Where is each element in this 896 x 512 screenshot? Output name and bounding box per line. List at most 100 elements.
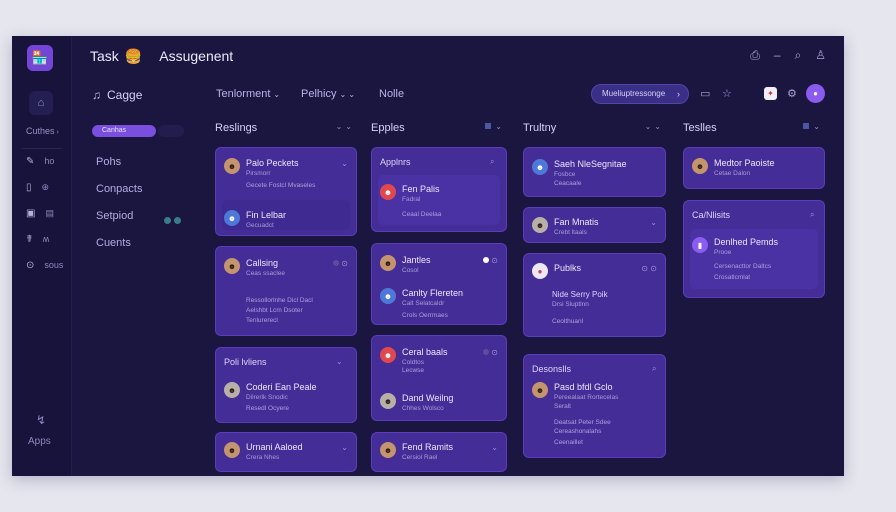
task-card[interactable]: ☻ Saeh NleSegnitae Fosbce Ceacaale — [523, 147, 666, 197]
board-icon: ▣ — [26, 208, 36, 219]
side-item-cuents[interactable]: Cuents — [96, 237, 131, 249]
avatar: ☻ — [380, 255, 396, 271]
card-row: ☻ Ceral baals Coldtos ⊙ — [380, 345, 498, 371]
card-row: ☻ Coderi Ean Peale Dilrerlk Snodic — [224, 380, 348, 406]
avatar: ☻ — [380, 347, 396, 363]
task-card[interactable]: ☻ Medtor Paoiste Cetae Dalon — [683, 147, 825, 189]
toolbar-action-pill[interactable]: Mueliuptressonge › — [591, 84, 689, 104]
search-icon[interactable]: ⌕ — [652, 364, 656, 374]
side-item-conpacts[interactable]: Conpacts — [96, 183, 142, 195]
card-item-name: Saeh NleSegnitae — [554, 159, 627, 169]
kanban-column-1: Reslings ⌄⌄ ☻ Palo Peckets Pirsmorr ⌄ Gecete… — [215, 122, 357, 472]
user-avatar[interactable]: ● — [806, 84, 825, 103]
column-menu-icon[interactable]: ⌄ — [485, 122, 505, 131]
bell-icon: ♫ — [92, 88, 101, 102]
card-detail-text: Seralt — [554, 403, 571, 410]
home-icon[interactable]: ⌂ — [29, 91, 53, 115]
card-item-subtitle: Dilrerlk Snodic — [246, 394, 288, 401]
task-card[interactable]: ☻ Ceral baals Coldtos ⊙ Lecwse ☻ Dand Weiln… — [371, 335, 507, 421]
avatar: ☻ — [380, 393, 396, 409]
status-icons[interactable]: ⊙ — [333, 259, 348, 268]
kanban-column-3: Trultny ⌄⌄ ☻ Saeh NleSegnitae Fosbce Ceacaa… — [523, 122, 666, 458]
side-item-setpiod[interactable]: Setpiod — [96, 210, 133, 222]
column-menu-icon[interactable]: ⌄⌄ — [645, 122, 664, 131]
task-card[interactable]: ☻ Fan Mnatis Crebt ltaals ⌄ — [523, 207, 666, 243]
task-card[interactable]: Ca/Nlisits ⌕ ▮ Denlhed Pemds Prooe Cersena… — [683, 200, 825, 298]
card-row: ☻ Canlty Flereten Calt Selatcaldr — [380, 286, 498, 312]
filter-tab-3[interactable]: Nolle — [379, 88, 404, 100]
task-card[interactable]: ☻ Palo Peckets Pirsmorr ⌄ Gecete Fostcl Mva… — [215, 147, 357, 236]
card-item-subtitle: Pirsmorr — [246, 170, 271, 177]
card-title: Ca/Nlisits — [692, 210, 731, 220]
minimize-icon[interactable]: – — [774, 48, 781, 63]
search-icon[interactable]: ⌕ — [810, 210, 814, 220]
avatar: ☻ — [532, 382, 548, 398]
file-icon: ▯ — [26, 182, 32, 193]
task-card[interactable]: Poli lvliens ⌄ ☻ Coderi Ean Peale Dilrerlk… — [215, 347, 357, 423]
column-header: Teslles ⌄ — [683, 122, 823, 134]
card-item-name: Dand Weilng — [402, 393, 454, 403]
avatar: ☻ — [224, 210, 240, 226]
avatar: ☻ — [380, 442, 396, 458]
task-card[interactable]: ☻ Jantles Cosol ⊙ ☻ Canlty Flereten Calt Sel… — [371, 243, 507, 325]
rail-group-label[interactable]: Cuthes › — [26, 126, 59, 136]
card-item-subtitle: Cetae Dalon — [714, 170, 751, 177]
search-icon[interactable]: ⌕ — [490, 157, 494, 167]
settings-icon: ⊙ — [26, 260, 35, 271]
side-panel: ♫ Cagge Canhas Pohs Conpacts Setpiod Cuen… — [72, 36, 202, 476]
filter-dropdown-2[interactable]: Pelhicy ⌄ ⌄ — [301, 88, 355, 100]
task-card[interactable]: Desonslls ⌕ ☻ Pasd bfdl Gclo Pereealaat Ro… — [523, 354, 666, 458]
side-panel-title[interactable]: ♫ Cagge — [92, 88, 142, 102]
card-item-name: Canlty Flereten — [402, 288, 464, 298]
side-item-pohs[interactable]: Pohs — [96, 156, 121, 168]
task-card[interactable]: Applnrs ⌕ ☻ Fen Palis Fadral Ceaal Deelaa — [371, 147, 507, 232]
card-item-name: Medtor Paoiste — [714, 158, 775, 168]
app-logo[interactable]: 🏪 — [27, 45, 53, 71]
card-item-subtitle: Pereealaat Rortecelas — [554, 394, 619, 401]
status-icons[interactable]: ⊙ — [483, 256, 498, 265]
search-icon[interactable]: ⌕ — [795, 48, 802, 63]
card-item-subtitle: Fadral — [402, 196, 421, 203]
settings-gear-icon[interactable]: ⚙ — [787, 87, 797, 100]
user-icon[interactable]: ♙ — [815, 48, 826, 63]
rail-item-files[interactable]: ▯ ⊕ — [26, 182, 49, 193]
card-item-name: Urnani Aaloed — [246, 442, 303, 452]
notification-icon[interactable]: ✦ — [764, 87, 777, 100]
status-icons[interactable]: ⊙ — [483, 348, 498, 357]
chevron-icon[interactable]: ⌄ — [336, 357, 343, 366]
card-item-subtitle: Fosbce — [554, 171, 576, 178]
chevron-icon[interactable]: ⌄ — [491, 443, 498, 452]
task-card[interactable]: ● Publks ⊙ ⊙ Nide Serry Poik Drsi Sluptlnn… — [523, 253, 666, 337]
filter-dropdown-1[interactable]: Tenlorment ⌄ — [216, 88, 280, 100]
card-item-name: Palo Peckets — [246, 158, 299, 168]
avatar: ☻ — [224, 258, 240, 274]
chevron-icon[interactable]: ⌄ — [341, 159, 348, 168]
rail-item-edit[interactable]: ✎ ho — [26, 156, 54, 167]
rail-item-settings[interactable]: ⊙ sous — [26, 260, 63, 271]
apps-icon[interactable]: ↯ — [36, 413, 46, 427]
star-icon[interactable]: ☆ — [722, 87, 732, 100]
task-card[interactable]: ☻ Fend Ramits Cersiol Rael ⌄ — [371, 432, 507, 472]
apps-label[interactable]: Apps — [28, 436, 51, 447]
task-card[interactable]: ☻ Callsing Ceas ssaclee ⊙ Ressollorlnhe Di… — [215, 246, 357, 336]
kanban-column-2: Epples ⌄ Applnrs ⌕ ☻ Fen Palis Fadral Ceaal… — [371, 122, 507, 472]
chevron-icon[interactable]: ⌄ — [650, 218, 657, 227]
edit-icon: ✎ — [26, 156, 35, 167]
chevron-icon[interactable]: ⌄ — [341, 443, 348, 452]
folder-icon[interactable]: ▭ — [700, 87, 710, 100]
task-card[interactable]: ☻ Urnani Aaloed Crera Nhes ⌄ — [215, 432, 357, 472]
share-icon[interactable]: ⎙ — [750, 48, 760, 63]
rail-item-tools[interactable]: ☤ ʍ — [26, 234, 49, 245]
side-active-pill[interactable]: Canhas — [92, 125, 156, 137]
avatar: ☻ — [532, 217, 548, 233]
column-header: Trultny ⌄⌄ — [523, 122, 664, 134]
column-menu-icon[interactable]: ⌄ — [803, 122, 823, 131]
card-detail-text: Tenlurerecl — [246, 317, 278, 324]
rail-item-board[interactable]: ▣ ▤ — [26, 208, 54, 219]
status-icons[interactable]: ⊙ ⊙ — [641, 264, 657, 273]
card-item-name: Coderi Ean Peale — [246, 382, 317, 392]
card-item-subtitle: Chhes Wolsco — [402, 405, 444, 412]
card-item-name: Denlhed Pemds — [714, 237, 779, 247]
column-menu-icon[interactable]: ⌄⌄ — [336, 122, 355, 131]
card-row: ☻ Callsing Ceas ssaclee ⊙ — [224, 256, 348, 282]
